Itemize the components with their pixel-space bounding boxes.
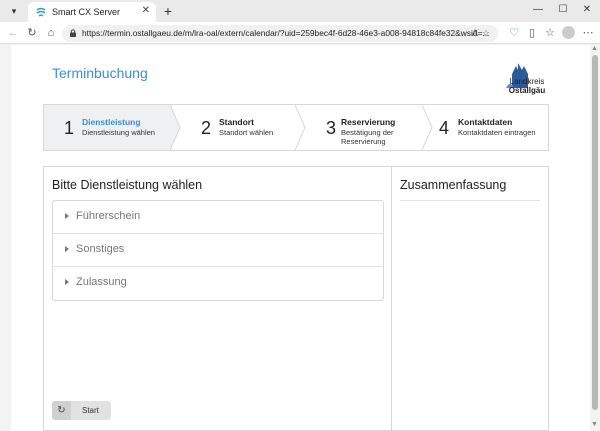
accordion-label: Führerschein bbox=[76, 210, 141, 222]
minimize-window-button[interactable]: — bbox=[531, 4, 545, 15]
scroll-down-icon[interactable]: ▼ bbox=[591, 421, 598, 428]
accordion-label: Sonstiges bbox=[76, 243, 125, 255]
web-page: Terminbuchung Landkreis Ostallgäu 1 Dien… bbox=[11, 45, 590, 431]
step-title: Dienstleistung bbox=[82, 117, 141, 127]
extension-icon[interactable]: ♡ bbox=[506, 25, 522, 41]
step-number: 4 bbox=[439, 118, 450, 138]
summary-heading: Zusammenfassung bbox=[400, 178, 507, 192]
accordion-item-sonstiges[interactable]: Sonstiges bbox=[53, 234, 383, 267]
caret-right-icon bbox=[65, 246, 69, 252]
page-scrollbar[interactable]: ▲ ▼ bbox=[590, 45, 600, 431]
restart-icon: ↻ bbox=[52, 401, 71, 420]
address-bar[interactable]: https://termin.ostallgaeu.de/m/lra-oal/e… bbox=[62, 25, 498, 42]
summary-divider bbox=[400, 200, 540, 201]
main-panel: Bitte Dienstleistung wählen Führerschein… bbox=[43, 166, 549, 431]
close-tab-icon[interactable]: ✕ bbox=[142, 5, 150, 16]
more-menu-icon[interactable]: ⋯ bbox=[580, 25, 596, 41]
browser-toolbar: ← ↻ ⌂ https://termin.ostallgaeu.de/m/lra… bbox=[0, 22, 600, 44]
page-title: Terminbuchung bbox=[52, 65, 148, 81]
summary-panel: Zusammenfassung bbox=[391, 167, 548, 430]
refresh-icon[interactable]: ↻ bbox=[24, 25, 40, 41]
lock-icon[interactable] bbox=[68, 28, 78, 38]
step-standort[interactable]: 2 Standort Standort wählen bbox=[181, 105, 295, 150]
step-number: 2 bbox=[201, 118, 212, 138]
step-subtitle: Bestätigung der Reservierung bbox=[341, 128, 394, 146]
close-window-button[interactable]: ✕ bbox=[580, 4, 594, 15]
scroll-up-icon[interactable]: ▲ bbox=[591, 45, 598, 52]
booking-steps: 1 Dienstleistung Dienstleistung wählen 2… bbox=[43, 104, 549, 151]
step-kontaktdaten[interactable]: 4 Kontaktdaten Kontaktdaten eintragen bbox=[433, 105, 548, 150]
smart-cx-favicon-icon bbox=[36, 7, 46, 17]
step-subtitle: Standort wählen bbox=[219, 128, 274, 137]
new-tab-button[interactable]: + bbox=[160, 3, 176, 19]
split-screen-icon[interactable]: ▯ bbox=[524, 25, 540, 41]
step-title: Kontaktdaten bbox=[458, 117, 513, 127]
step-title: Reservierung bbox=[341, 117, 396, 127]
step-dienstleistung[interactable]: 1 Dienstleistung Dienstleistung wählen bbox=[44, 105, 172, 150]
start-button-label: Start bbox=[82, 406, 99, 415]
step-reservierung[interactable]: 3 Reservierung Bestätigung der Reservier… bbox=[306, 105, 422, 150]
step-number: 1 bbox=[64, 118, 75, 138]
step-number: 3 bbox=[326, 118, 337, 138]
accordion-item-fuehrerschein[interactable]: Führerschein bbox=[53, 201, 383, 234]
tab-title: Smart CX Server bbox=[52, 7, 121, 17]
read-aloud-icon[interactable]: Aᐧ ☆ bbox=[472, 27, 490, 39]
caret-right-icon bbox=[65, 213, 69, 219]
profile-avatar[interactable] bbox=[562, 26, 575, 39]
browser-tab[interactable]: Smart CX Server ✕ bbox=[28, 2, 156, 22]
start-button[interactable]: ↻ Start bbox=[52, 401, 111, 420]
maximize-window-button[interactable]: ☐ bbox=[556, 4, 570, 15]
back-icon[interactable]: ← bbox=[5, 25, 21, 41]
tab-actions-menu-icon[interactable]: ▾ bbox=[6, 4, 22, 18]
scroll-thumb[interactable] bbox=[592, 55, 598, 410]
url-text: https://termin.ostallgaeu.de/m/lra-oal/e… bbox=[82, 28, 490, 38]
step-subtitle: Kontaktdaten eintragen bbox=[458, 128, 536, 137]
caret-right-icon bbox=[65, 279, 69, 285]
browser-tab-bar: ▾ Smart CX Server ✕ + — ☐ ✕ bbox=[0, 0, 600, 22]
step-subtitle: Dienstleistung wählen bbox=[82, 128, 155, 137]
service-heading: Bitte Dienstleistung wählen bbox=[52, 178, 203, 192]
favorites-icon[interactable]: ☆ bbox=[542, 25, 558, 41]
service-accordion: Führerschein Sonstiges Zulassung bbox=[52, 200, 384, 301]
logo-line2: Ostallgäu bbox=[508, 86, 546, 95]
home-icon[interactable]: ⌂ bbox=[43, 25, 59, 41]
service-selection-panel: Bitte Dienstleistung wählen Führerschein… bbox=[44, 167, 391, 430]
accordion-item-zulassung[interactable]: Zulassung bbox=[53, 267, 383, 300]
step-title: Standort bbox=[219, 117, 254, 127]
accordion-label: Zulassung bbox=[76, 276, 127, 288]
logo-line1: Landkreis bbox=[509, 77, 545, 86]
